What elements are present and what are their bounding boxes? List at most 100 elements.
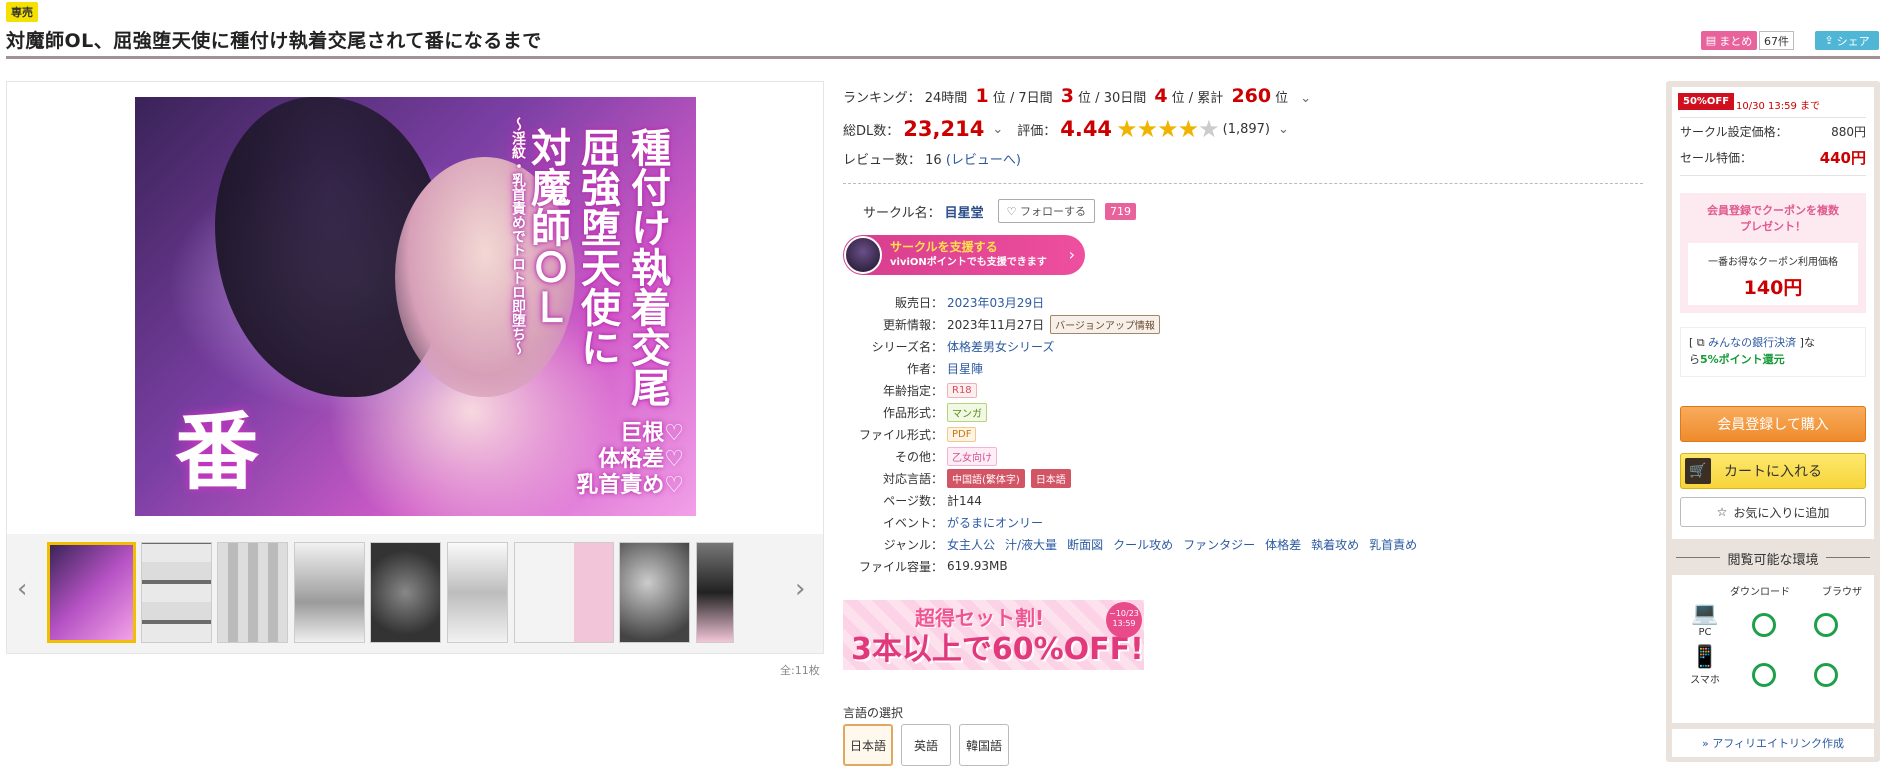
downloads-label: 総DL数： (843, 123, 900, 139)
genre-link[interactable]: 体格差 (1265, 536, 1301, 553)
genre-link[interactable]: クール攻め (1113, 536, 1173, 553)
rank-total-value[interactable]: 260 (1231, 85, 1271, 107)
thumbnail[interactable] (141, 542, 212, 643)
cart-label: カートに入れる (1724, 464, 1822, 480)
rating-label: 評価： (1017, 123, 1057, 139)
thumbnail[interactable] (619, 542, 690, 643)
price-card: 50%OFF 10/30 13:59 まで サークル設定価格： 880円 セール… (1672, 87, 1874, 539)
detail-update: 更新情報： 2023年11月27日 バージョンアップ情報 (843, 313, 1643, 335)
cover-subtitle: 巨根♡ (620, 420, 684, 446)
release-date-link[interactable]: 2023年03月29日 (947, 294, 1044, 311)
file-format-tag[interactable]: PDF (947, 426, 977, 442)
image-gallery: 〜淫紋・乳首責めでトロトロ即堕ち〜 対魔師ＯＬ 屈強堕天使に 種付け執着交尾 番… (6, 81, 824, 654)
genre-link[interactable]: ファンタジー (1183, 536, 1255, 553)
detail-label: 作者： (906, 361, 943, 376)
env-device-pc: 💻 PC (1688, 601, 1722, 638)
supported-circle-icon (1814, 663, 1838, 687)
review-link[interactable]: (レビューへ) (946, 153, 1021, 168)
external-link-icon: ⧉ (1696, 336, 1705, 349)
chevron-right-icon: › (1068, 245, 1075, 264)
review-row: レビュー数： 16 (レビューへ) (843, 149, 1021, 168)
genre-link[interactable]: 乳首責め (1369, 536, 1417, 553)
genre-link[interactable]: 断面図 (1067, 536, 1103, 553)
detail-label: 更新情報： (882, 317, 943, 332)
chevron-down-icon[interactable]: ⌄ (1300, 91, 1311, 106)
detail-label: ファイル容量： (858, 559, 943, 574)
circle-name-link[interactable]: 目星堂 (945, 202, 984, 221)
rank-30d-value[interactable]: 4 (1154, 85, 1167, 107)
detail-genre: ジャンル： 女主人公 汁/液大量 断面図 クール攻め ファンタジー 体格差 執着… (843, 533, 1643, 555)
bank-text: ら (1689, 353, 1700, 366)
genre-link[interactable]: 汁/液大量 (1005, 536, 1057, 553)
language-option-japanese[interactable]: 日本語 (843, 724, 893, 766)
genre-link[interactable]: 執着攻め (1311, 536, 1359, 553)
share-button[interactable]: ⇪ シェア (1815, 31, 1879, 50)
detail-label: 対応言語： (882, 471, 943, 486)
image-count: 全:11枚 (780, 664, 820, 677)
thumbnail[interactable] (217, 542, 288, 643)
chevron-left-icon[interactable]: ‹ (17, 574, 27, 604)
detail-label: 作品形式： (882, 405, 943, 420)
share-label: シェア (1836, 34, 1870, 48)
matome-button[interactable]: ▤ まとめ (1701, 31, 1757, 50)
register-and-buy-button[interactable]: 会員登録して購入 (1680, 406, 1866, 442)
coupon-heading-line1: 会員登録でクーポンを複数 (1707, 204, 1839, 217)
thumbnail[interactable] (47, 542, 136, 643)
circle-label: サークル名： (863, 205, 941, 221)
follow-button[interactable]: ♡ フォローする (997, 199, 1096, 223)
bank-payment-promo: [ ⧉ みんなの銀行決済 ]な ら5%ポイント還元 (1680, 327, 1866, 377)
section-divider (843, 183, 1643, 184)
affiliate-link-button[interactable]: » アフィリエイトリンク作成 (1672, 729, 1874, 757)
divider (1680, 175, 1866, 176)
thumbnail[interactable] (696, 542, 734, 643)
thumbnail[interactable] (370, 542, 441, 643)
detail-label: 年齢指定： (882, 383, 943, 398)
detail-pages: ページ数： 計144 (843, 489, 1643, 511)
add-to-favorites-button[interactable]: ☆ お気に入りに追加 (1680, 497, 1866, 527)
series-link[interactable]: 体格差男女シリーズ (947, 338, 1054, 355)
language-select-label: 言語の選択 (843, 706, 904, 720)
detail-languages: 対応言語： 中国語(繁体字) 日本語 (843, 467, 1643, 489)
detail-other: その他： 乙女向け (843, 445, 1643, 467)
divider (1680, 117, 1866, 118)
file-size: 619.93MB (947, 559, 1008, 573)
env-pc-label: PC (1698, 627, 1712, 638)
language-option-english[interactable]: 英語 (901, 724, 951, 766)
thumbnail[interactable] (514, 542, 614, 643)
support-circle-button[interactable]: サークルを支援する viviONポイントでも支援できます › (843, 235, 1085, 275)
cover-subtitle: 乳首責め♡ (576, 472, 684, 498)
genre-link[interactable]: 女主人公 (947, 536, 995, 553)
detail-age: 年齢指定： R18 (843, 379, 1643, 401)
author-link[interactable]: 目星陣 (947, 360, 983, 377)
promo-deadline-badge: ~10/23 13:59 (1106, 602, 1142, 638)
rating-value: 4.44 (1060, 117, 1113, 141)
format-tag[interactable]: マンガ (947, 402, 987, 422)
set-discount-banner[interactable]: 超得セット割! 3本以上で60%OFF! ~10/23 13:59 (843, 600, 1144, 670)
coupon-heading: 会員登録でクーポンを複数 プレゼント！ (1680, 203, 1866, 235)
review-label: レビュー数： (843, 153, 922, 168)
version-info-tag[interactable]: バージョンアップ情報 (1050, 314, 1160, 334)
detail-file-format: ファイル形式： PDF (843, 423, 1643, 445)
age-tag[interactable]: R18 (947, 382, 977, 398)
main-cover-image[interactable]: 〜淫紋・乳首責めでトロトロ即堕ち〜 対魔師ＯＬ 屈強堕天使に 種付け執着交尾 番… (135, 97, 696, 516)
rank-7d-value[interactable]: 3 (1061, 85, 1074, 107)
coupon-box[interactable]: 会員登録でクーポンを複数 プレゼント！ 一番お得なクーポン利用価格 140円 (1680, 193, 1866, 313)
other-tag[interactable]: 乙女向け (947, 446, 997, 466)
rank-24h-value[interactable]: 1 (975, 85, 988, 107)
language-tag[interactable]: 中国語(繁体字) (947, 468, 1025, 488)
coupon-price-label: 一番お得なクーポン利用価格 (1708, 257, 1838, 268)
chevron-right-icon[interactable]: › (795, 574, 805, 604)
downloads-value: 23,214 (903, 117, 985, 141)
event-link[interactable]: がるまにオンリー (947, 514, 1043, 531)
matome-count: 67件 (1759, 31, 1794, 50)
language-option-korean[interactable]: 韓国語 (959, 724, 1009, 766)
thumbnail[interactable] (447, 542, 508, 643)
point-return-text: 5%ポイント還元 (1700, 353, 1785, 366)
bank-payment-link[interactable]: みんなの銀行決済 (1708, 336, 1796, 349)
chevron-down-icon[interactable]: ⌄ (992, 122, 1003, 137)
matome-label: まとめ (1719, 34, 1753, 48)
chevron-down-icon[interactable]: ⌄ (1278, 122, 1289, 137)
thumbnail[interactable] (294, 542, 365, 643)
add-to-cart-button[interactable]: 🛒 カートに入れる (1680, 453, 1866, 489)
language-tag[interactable]: 日本語 (1030, 468, 1071, 488)
